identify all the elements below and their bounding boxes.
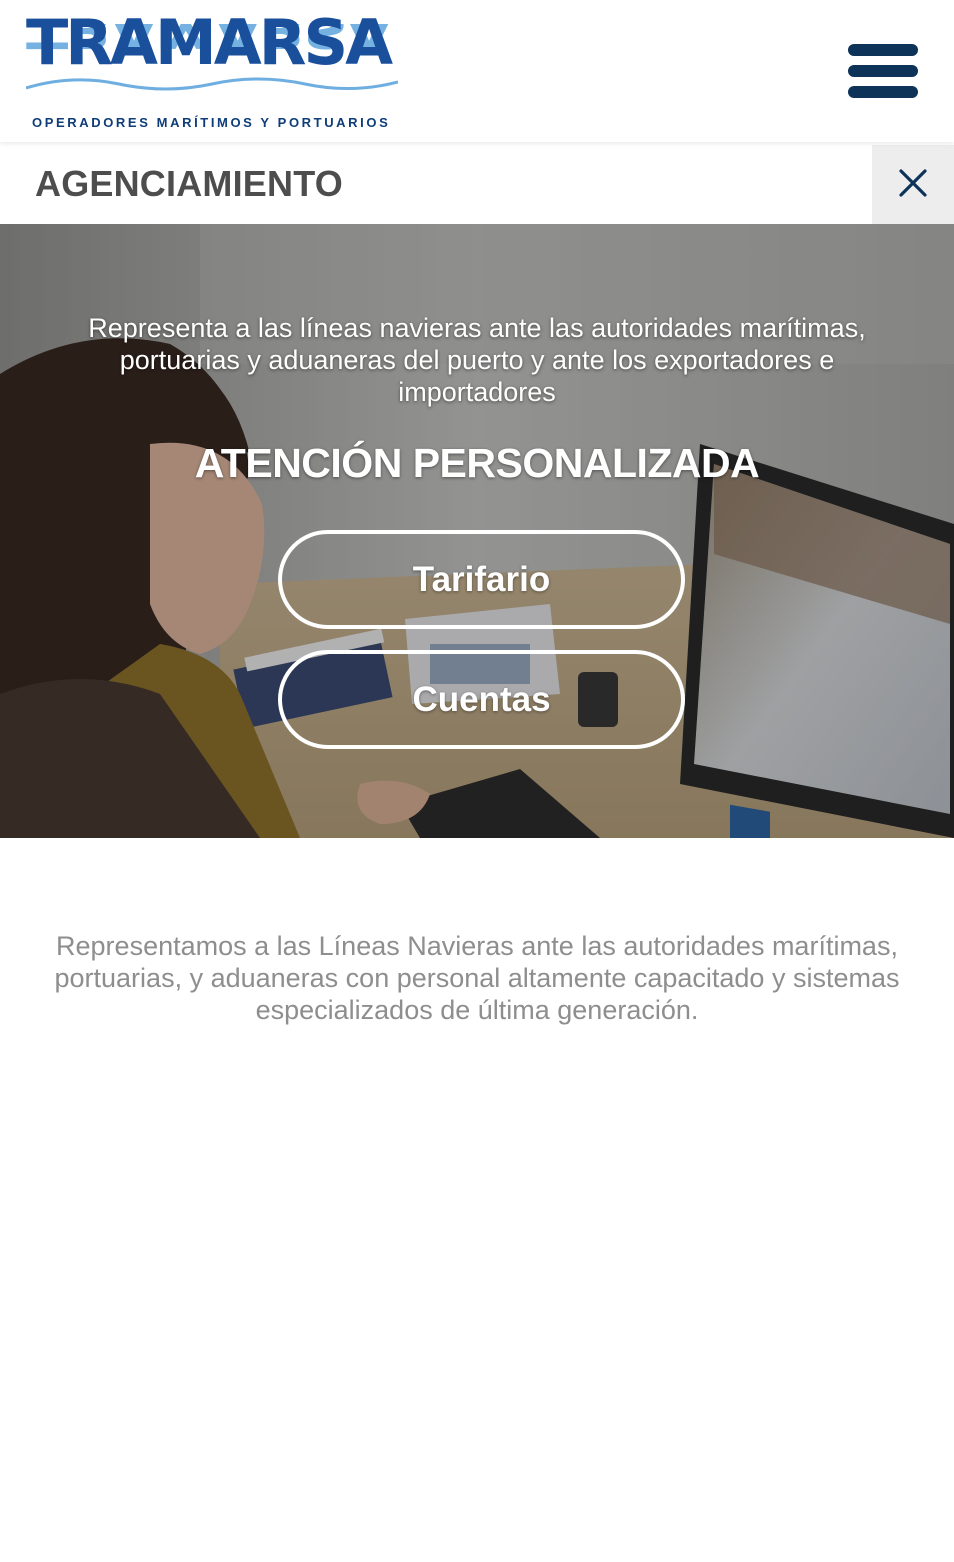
hero-heading: ATENCIÓN PERSONALIZADA xyxy=(194,440,760,486)
logo-wordmark: TRAMARSA xyxy=(26,6,393,79)
menu-bar xyxy=(848,86,918,98)
menu-bar xyxy=(848,65,918,77)
hero-banner: Representa a las líneas navieras ante la… xyxy=(0,224,954,838)
tramarsa-logo[interactable]: TRAMARSA TRAMARSA OPERADORES MARÍTIMOS Y… xyxy=(26,12,398,132)
section-description: Representamos a las Líneas Navieras ante… xyxy=(54,931,900,1025)
close-icon xyxy=(899,169,927,197)
menu-bar xyxy=(848,44,918,56)
close-button[interactable] xyxy=(872,145,954,224)
cuentas-button[interactable]: Cuentas xyxy=(278,650,685,749)
section-bar: AGENCIAMIENTO xyxy=(0,145,954,224)
tarifario-button[interactable]: Tarifario xyxy=(278,530,685,629)
site-header: TRAMARSA TRAMARSA OPERADORES MARÍTIMOS Y… xyxy=(0,0,954,142)
section-title: AGENCIAMIENTO xyxy=(35,163,343,204)
hero-description: Representa a las líneas navieras ante la… xyxy=(88,313,866,407)
hamburger-menu-icon[interactable] xyxy=(846,40,920,102)
logo-tagline: OPERADORES MARÍTIMOS Y PORTUARIOS xyxy=(32,115,391,130)
